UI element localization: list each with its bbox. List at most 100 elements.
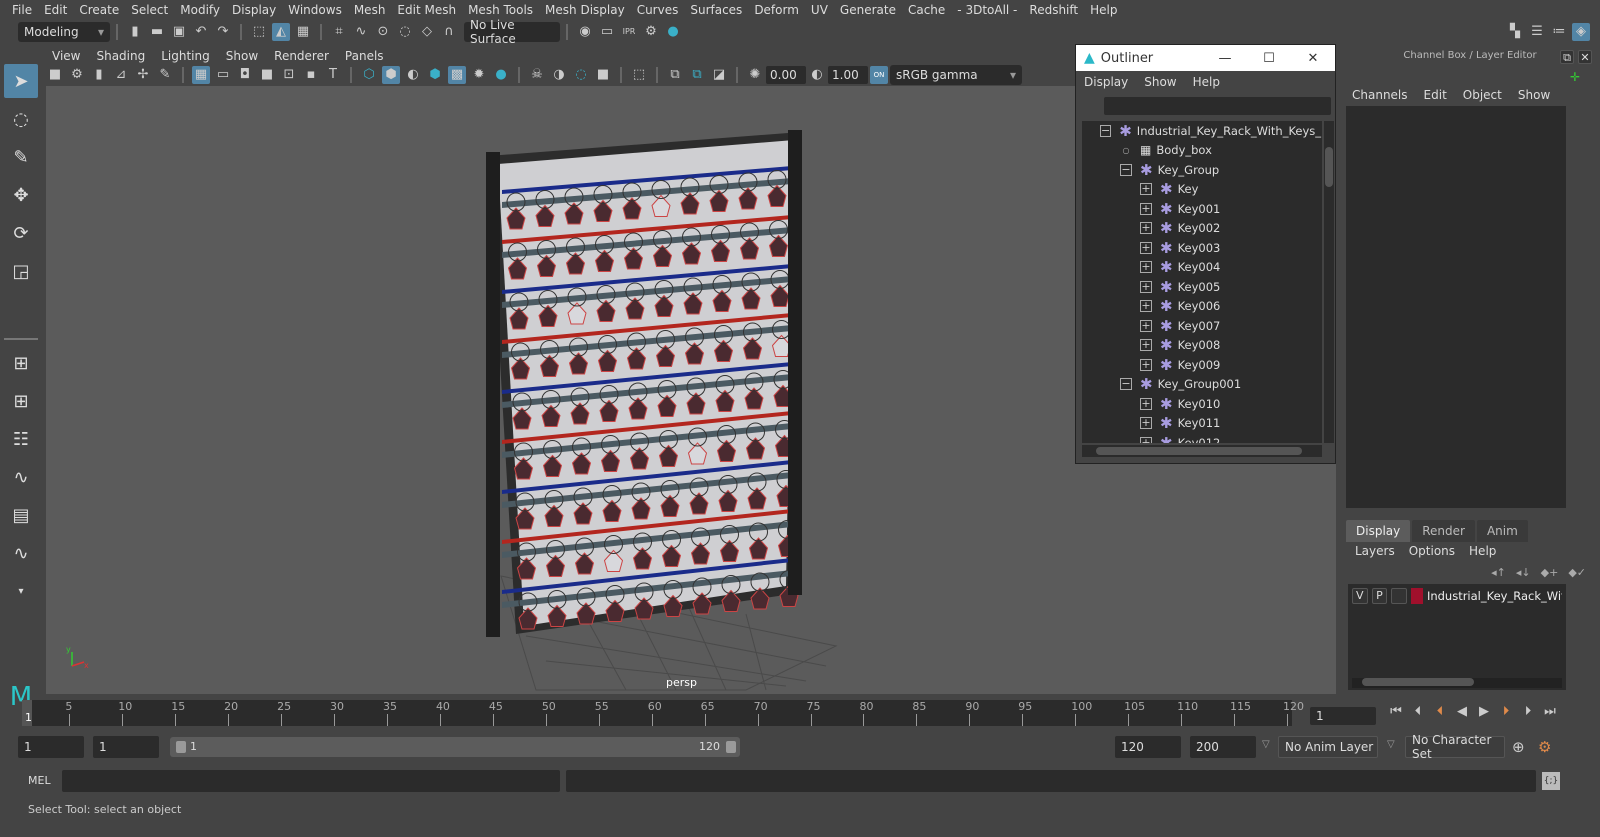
viewport-menu-shading[interactable]: Shading (88, 47, 153, 65)
film-gate-icon[interactable]: ▭ (214, 66, 232, 84)
script-editor-icon[interactable]: {;} (1542, 772, 1560, 790)
outliner-menu-show[interactable]: Show (1136, 75, 1184, 89)
rotate-tool-icon[interactable]: ⟳ (4, 216, 38, 250)
render-view-icon[interactable]: ◉ (576, 23, 594, 41)
channel-box-icon[interactable]: ◈ (1572, 23, 1590, 41)
paint-select-icon[interactable]: ✎ (4, 140, 38, 174)
resolution-gate-icon[interactable]: ◘ (236, 66, 254, 84)
menu-display[interactable]: Display (226, 0, 282, 20)
gate-mask-icon[interactable]: ■ (258, 66, 276, 84)
outliner-item[interactable]: + ✱ Key011 (1082, 414, 1322, 434)
ipr-render-icon[interactable]: IPR (620, 23, 638, 41)
field-chart-icon[interactable]: ⊡ (280, 66, 298, 84)
attribute-editor-icon[interactable]: ☰ (1528, 23, 1546, 41)
outliner-item[interactable]: + ✱ Key003 (1082, 238, 1322, 258)
lights-icon[interactable]: ✹ (470, 66, 488, 84)
scale-tool-icon[interactable]: ◲ (4, 254, 38, 288)
menu-generate[interactable]: Generate (834, 0, 902, 20)
outliner-item[interactable]: + ✱ Key001 (1082, 199, 1322, 219)
tool-settings-icon[interactable]: ≔ (1550, 23, 1568, 41)
scroll-thumb[interactable] (1096, 447, 1302, 455)
collapse-icon[interactable]: − (1120, 163, 1132, 176)
viewport-menu-show[interactable]: Show (218, 47, 266, 65)
outliner-item[interactable]: + ✱ Key012 (1082, 433, 1322, 443)
play-backward-icon[interactable]: ◀ (1451, 704, 1473, 719)
menu-select[interactable]: Select (125, 0, 174, 20)
end-time-field[interactable]: 120 (1115, 736, 1181, 758)
expand-icon[interactable]: + (1140, 397, 1152, 410)
magnet-icon[interactable]: ∩ (440, 23, 458, 41)
outliner-item[interactable]: + ✱ Key004 (1082, 258, 1322, 278)
outliner-item[interactable]: −✱ Industrial_Key_Rack_With_Keys_ncl1 (1082, 121, 1322, 141)
outliner-item[interactable]: + ✱ Key009 (1082, 355, 1322, 375)
move-tool-icon[interactable]: ✥ (4, 178, 38, 212)
menu-modify[interactable]: Modify (174, 0, 226, 20)
range-slider[interactable]: 1 120 (170, 737, 740, 757)
mel-label[interactable]: MEL (28, 774, 51, 787)
minimize-button[interactable]: — (1203, 51, 1247, 66)
uv-icon[interactable]: ⧉ (688, 66, 706, 84)
snap-grid-icon[interactable]: ⌗ (330, 23, 348, 41)
live-surface-field[interactable]: No Live Surface (464, 18, 560, 46)
go-to-end-icon[interactable]: ⏭ (1539, 704, 1561, 719)
outliner-item[interactable]: + ✱ Key005 (1082, 277, 1322, 297)
viewport-menu-lighting[interactable]: Lighting (153, 47, 218, 65)
display-type-toggle[interactable] (1391, 588, 1407, 604)
menu-edit-mesh[interactable]: Edit Mesh (391, 0, 462, 20)
textured-icon[interactable]: ▩ (448, 66, 466, 84)
isolate-select-icon[interactable]: ⬚ (630, 66, 648, 84)
close-button[interactable]: ✕ (1291, 51, 1335, 66)
snap-view-icon[interactable]: ◌ (396, 23, 414, 41)
expand-icon[interactable]: + (1140, 241, 1152, 254)
outliner-layout-icon[interactable]: ☷ (4, 422, 38, 456)
anim-layer-dropdown[interactable]: No Anim Layer (1278, 736, 1378, 758)
menu-surfaces[interactable]: Surfaces (684, 0, 748, 20)
select-object-icon[interactable]: ◭ (272, 23, 290, 41)
outliner-vertical-scrollbar[interactable] (1324, 121, 1334, 443)
range-end-handle[interactable] (726, 741, 736, 753)
safe-action-icon[interactable]: ▪ (302, 66, 320, 84)
outliner-horizontal-scrollbar[interactable] (1082, 445, 1322, 457)
new-layer-icon[interactable]: ◆+ (1541, 566, 1559, 579)
viewport-menu-renderer[interactable]: Renderer (266, 47, 337, 65)
outliner-item[interactable]: + ✱ Key008 (1082, 336, 1322, 356)
maximize-button[interactable]: ☐ (1247, 51, 1291, 66)
go-to-start-icon[interactable]: ⏮ (1385, 704, 1407, 719)
hypershade-layout-icon[interactable]: ▤ (4, 498, 38, 532)
auto-key-icon[interactable]: ⊕ (1512, 738, 1525, 756)
move-layer-down-icon[interactable]: ◂↓ (1516, 566, 1531, 579)
workspace-dropdown[interactable]: Modeling ▾ (18, 22, 110, 42)
channel-box-menu-channels[interactable]: Channels (1344, 88, 1416, 102)
default-material-icon[interactable]: ◐ (404, 66, 422, 84)
new-layer-from-selection-icon[interactable]: ◆✓ (1568, 566, 1586, 579)
graph-layout-icon[interactable]: ∿ (4, 460, 38, 494)
menu-curves[interactable]: Curves (631, 0, 685, 20)
expand-icon[interactable]: + (1140, 319, 1152, 332)
menu-help[interactable]: Help (1084, 0, 1123, 20)
select-hierarchy-icon[interactable]: ⬚ (250, 23, 268, 41)
undo-icon[interactable]: ↶ (192, 23, 210, 41)
expand-icon[interactable]: + (1140, 417, 1152, 430)
menu-mesh[interactable]: Mesh (348, 0, 392, 20)
expand-icon[interactable]: + (1140, 183, 1152, 196)
current-frame-field[interactable]: 1 (1310, 707, 1376, 725)
exposure-field[interactable]: 0.00 (766, 66, 806, 84)
menu-file[interactable]: File (6, 0, 38, 20)
2d-pan-zoom-icon[interactable]: ✢ (134, 66, 152, 84)
redo-icon[interactable]: ↷ (214, 23, 232, 41)
expand-icon[interactable]: + (1140, 300, 1152, 313)
snap-point-icon[interactable]: ⊙ (374, 23, 392, 41)
tab-render[interactable]: Render (1412, 520, 1475, 542)
render-settings-icon[interactable]: ⚙ (642, 23, 660, 41)
layout-menu-icon[interactable]: ▾ (4, 574, 38, 608)
layer-color-swatch[interactable] (1410, 588, 1423, 604)
close-panel-icon[interactable]: ✕ (1578, 50, 1592, 64)
outliner-item[interactable]: + ✱ Key006 (1082, 297, 1322, 317)
tab-display[interactable]: Display (1346, 520, 1411, 542)
hypershade-icon[interactable]: ● (664, 23, 682, 41)
camera-icon[interactable]: ■ (46, 66, 64, 84)
scroll-thumb[interactable] (1325, 147, 1333, 187)
single-pane-layout-icon[interactable]: ⊞ (4, 346, 38, 380)
outliner-item[interactable]: ○ ▦ Body_box (1082, 141, 1322, 161)
range-start-handle[interactable] (176, 741, 186, 753)
